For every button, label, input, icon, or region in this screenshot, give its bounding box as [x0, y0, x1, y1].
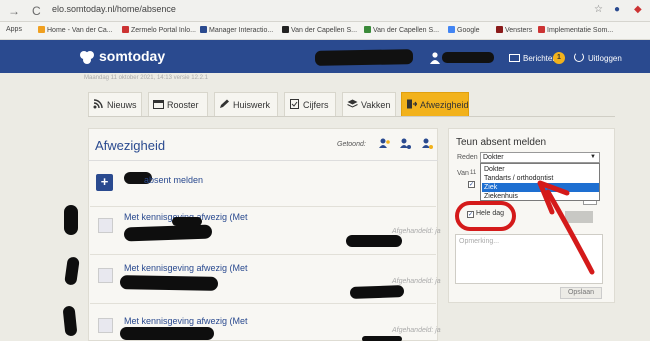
screenshot: → C elo.somtoday.nl/home/absence ☆ ● ◆ A… [0, 0, 650, 341]
annotation-arrow [537, 180, 595, 275]
